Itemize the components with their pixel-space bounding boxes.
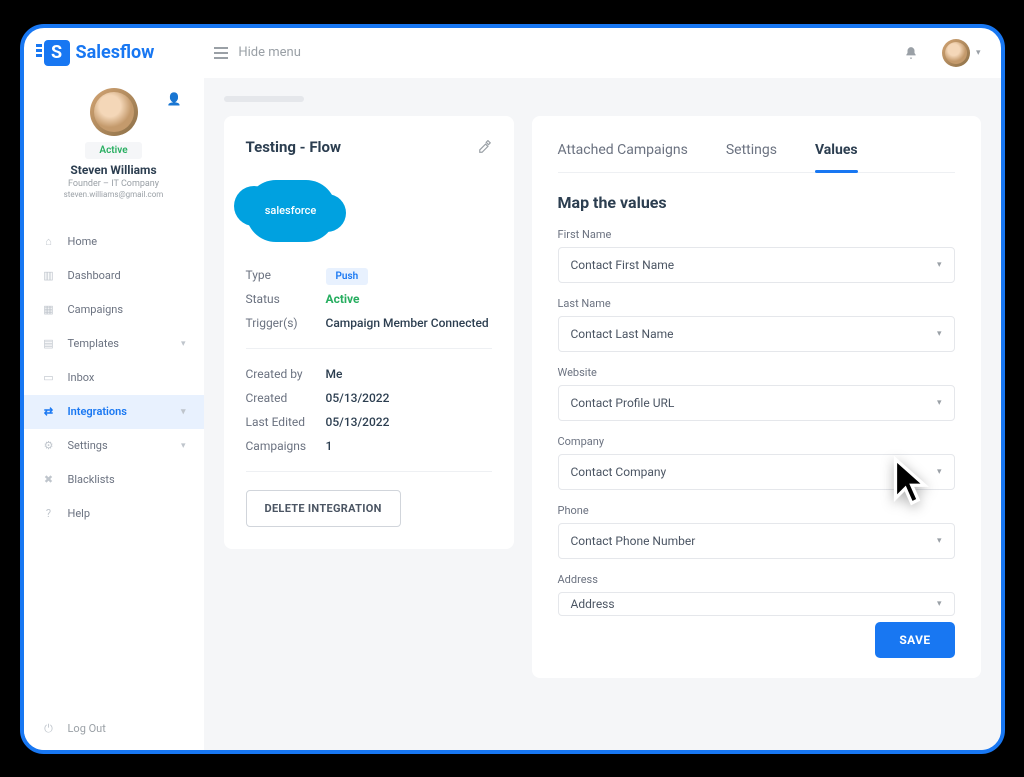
integrations-icon: ⇄ (42, 405, 56, 419)
sidebar-item-settings[interactable]: ⚙Settings▾ (24, 429, 204, 463)
chevron-down-icon: ▾ (976, 48, 981, 58)
nav: ⌂Home ▥Dashboard ▦Campaigns ▤Templates▾ … (24, 225, 204, 531)
company-select[interactable]: Contact Company▾ (558, 454, 955, 490)
brand-name: Salesflow (76, 42, 155, 63)
created-by-value: Me (326, 367, 343, 381)
hamburger-icon (214, 47, 228, 59)
tabs: Attached Campaigns Settings Values (558, 134, 955, 173)
tab-attached-campaigns[interactable]: Attached Campaigns (558, 134, 688, 172)
chevron-down-icon: ▾ (937, 260, 942, 270)
home-icon: ⌂ (42, 235, 56, 249)
campaigns-value: 1 (326, 439, 333, 453)
phone-label: Phone (558, 504, 955, 517)
avatar[interactable] (90, 88, 138, 136)
website-select[interactable]: Contact Profile URL▾ (558, 385, 955, 421)
chevron-down-icon: ▾ (937, 398, 942, 408)
chart-icon: ▥ (42, 269, 56, 283)
status-label: Status (246, 292, 326, 306)
gear-icon: ⚙ (42, 439, 56, 453)
sidebar-item-dashboard[interactable]: ▥Dashboard (24, 259, 204, 293)
sidebar: 👤 Active Steven Williams Founder – IT Co… (24, 78, 204, 750)
company-label: Company (558, 435, 955, 448)
first-name-label: First Name (558, 228, 955, 241)
type-badge: Push (326, 268, 369, 285)
logout-icon: ⏻ (42, 722, 56, 736)
address-select[interactable]: Address▾ (558, 592, 955, 616)
bell-icon[interactable] (904, 46, 918, 60)
type-label: Type (246, 268, 326, 282)
created-label: Created (246, 391, 326, 405)
last-name-label: Last Name (558, 297, 955, 310)
inbox-icon: ▭ (42, 371, 56, 385)
sidebar-item-inbox[interactable]: ▭Inbox (24, 361, 204, 395)
user-role: Founder – IT Company (68, 179, 159, 189)
user-name: Steven Williams (70, 163, 156, 177)
grid-icon: ▦ (42, 303, 56, 317)
person-icon[interactable]: 👤 (167, 92, 182, 106)
chevron-down-icon: ▾ (937, 467, 942, 477)
hide-menu-toggle[interactable]: Hide menu (214, 45, 301, 60)
save-button[interactable]: SAVE (875, 622, 954, 658)
hide-menu-label: Hide menu (238, 45, 301, 60)
user-email: steven.williams@gmail.com (64, 190, 164, 199)
profile-block: 👤 Active Steven Williams Founder – IT Co… (24, 88, 204, 217)
chevron-down-icon: ▾ (181, 339, 186, 349)
address-label: Address (558, 573, 955, 586)
user-menu[interactable]: ▾ (942, 39, 981, 67)
chevron-down-icon: ▾ (937, 536, 942, 546)
created-value: 05/13/2022 (326, 391, 390, 405)
help-icon: ? (42, 507, 56, 521)
tab-settings[interactable]: Settings (726, 134, 777, 172)
sidebar-item-home[interactable]: ⌂Home (24, 225, 204, 259)
last-name-select[interactable]: Contact Last Name▾ (558, 316, 955, 352)
triggers-value: Campaign Member Connected (326, 316, 489, 330)
last-edited-label: Last Edited (246, 415, 326, 429)
topbar: S Salesflow Hide menu ▾ (24, 28, 1001, 78)
template-icon: ▤ (42, 337, 56, 351)
content-area: Testing - Flow salesforce TypePush Statu… (204, 78, 1001, 750)
progress-stub (224, 96, 304, 102)
triggers-label: Trigger(s) (246, 316, 326, 330)
logo[interactable]: S Salesflow (44, 40, 155, 66)
blacklist-icon: ✖ (42, 473, 56, 487)
tab-values[interactable]: Values (815, 134, 858, 172)
sidebar-item-campaigns[interactable]: ▦Campaigns (24, 293, 204, 327)
created-by-label: Created by (246, 367, 326, 381)
sidebar-item-integrations[interactable]: ⇄Integrations▾ (24, 395, 204, 429)
delete-integration-button[interactable]: DELETE INTEGRATION (246, 490, 401, 527)
app-frame: S Salesflow Hide menu ▾ 👤 Active Steven … (20, 24, 1005, 754)
map-values-title: Map the values (558, 193, 955, 212)
edit-icon[interactable] (478, 140, 492, 154)
phone-select[interactable]: Contact Phone Number▾ (558, 523, 955, 559)
integration-details-card: Testing - Flow salesforce TypePush Statu… (224, 116, 514, 549)
chevron-down-icon: ▾ (181, 441, 186, 451)
sidebar-item-help[interactable]: ?Help (24, 497, 204, 531)
avatar (942, 39, 970, 67)
chevron-down-icon: ▾ (937, 599, 942, 609)
logo-icon: S (44, 40, 70, 66)
website-label: Website (558, 366, 955, 379)
last-edited-value: 05/13/2022 (326, 415, 390, 429)
values-card: Attached Campaigns Settings Values Map t… (532, 116, 981, 678)
status-value: Active (326, 292, 360, 306)
sidebar-item-templates[interactable]: ▤Templates▾ (24, 327, 204, 361)
campaigns-label: Campaigns (246, 439, 326, 453)
status-badge: Active (85, 142, 141, 159)
salesforce-logo: salesforce (246, 180, 336, 242)
logout-button[interactable]: ⏻Log Out (24, 708, 204, 750)
integration-title: Testing - Flow (246, 138, 342, 156)
chevron-down-icon: ▾ (181, 407, 186, 417)
first-name-select[interactable]: Contact First Name▾ (558, 247, 955, 283)
chevron-down-icon: ▾ (937, 329, 942, 339)
sidebar-item-blacklists[interactable]: ✖Blacklists (24, 463, 204, 497)
